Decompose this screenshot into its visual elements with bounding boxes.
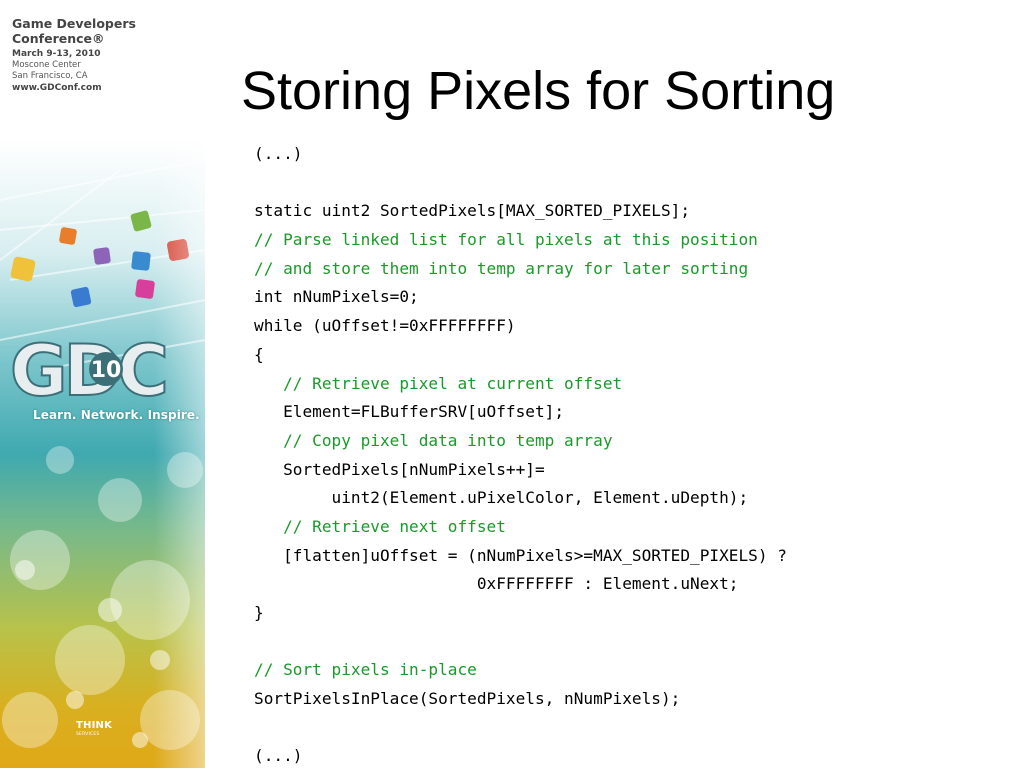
sponsor-sub: SERVICES <box>76 732 100 737</box>
code-line: (...) <box>254 746 303 766</box>
code-line: static uint2 SortedPixels[MAX_SORTED_PIX… <box>254 201 691 221</box>
conference-info: Game Developers Conference® March 9-13, … <box>12 16 136 94</box>
code-line: SortPixelsInPlace(SortedPixels, nNumPixe… <box>254 689 681 709</box>
code-line: } <box>254 603 264 622</box>
code-comment-line: // Copy pixel data into temp array <box>254 430 613 450</box>
conference-dates: March 9-13, 2010 <box>12 49 101 59</box>
code-comment-line: // Sort pixels in-place <box>254 660 477 680</box>
conference-sidebar: Game Developers Conference® March 9-13, … <box>0 0 205 768</box>
conference-name-line2: Conference® <box>12 31 105 46</box>
code-line: SortedPixels[nNumPixels++]= <box>254 459 545 479</box>
gdc-year: 10 <box>91 358 122 383</box>
conference-name-line1: Game Developers <box>12 16 136 31</box>
decorative-artwork <box>0 140 205 768</box>
code-line: [flatten]uOffset = (nNumPixels>=MAX_SORT… <box>254 545 787 565</box>
code-line: Element=FLBufferSRV[uOffset]; <box>254 402 565 422</box>
gdc-logo: GDC 10 <box>10 335 170 405</box>
conference-venue: Moscone Center <box>12 60 81 70</box>
code-line: int nNumPixels=0; <box>254 287 419 307</box>
code-comment-line: // and store them into temp array for la… <box>254 258 749 278</box>
gdc-letters: GDC <box>10 335 165 405</box>
logo-tagline: Learn. Network. Inspire. <box>33 408 200 422</box>
code-line: { <box>254 344 264 364</box>
conference-url: www.GDConf.com <box>12 83 102 93</box>
slide-title: Storing Pixels for Sorting <box>241 61 836 121</box>
conference-city: San Francisco, CA <box>12 70 88 81</box>
sponsor-name: THINK <box>76 720 113 731</box>
sponsor-logo: THINK SERVICES <box>76 720 112 737</box>
code-line: 0xFFFFFFFF : Element.uNext; <box>254 574 739 594</box>
code-comment-line: // Retrieve next offset <box>254 516 506 536</box>
code-line: (...) <box>254 144 303 163</box>
code-line: uint2(Element.uPixelColor, Element.uDept… <box>254 488 749 508</box>
code-line: while (uOffset!=0xFFFFFFFF) <box>254 316 516 336</box>
code-comment-line: // Retrieve pixel at current offset <box>254 373 623 393</box>
code-block: (...) static uint2 SortedPixels[MAX_SORTE… <box>254 140 787 771</box>
code-comment-line: // Parse linked list for all pixels at t… <box>254 230 758 250</box>
